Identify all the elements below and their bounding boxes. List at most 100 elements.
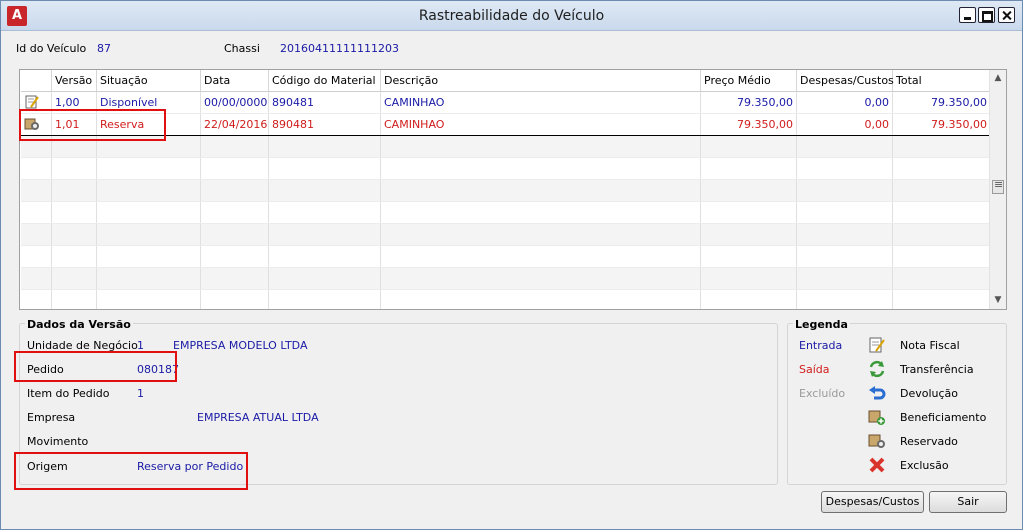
pedido-label: Pedido — [27, 363, 64, 376]
cell-preco: 79.350,00 — [700, 112, 797, 136]
table-row-empty — [20, 267, 991, 290]
processing-icon — [868, 410, 885, 425]
table-row-selected[interactable]: 1,01 Reserva 22/04/2016 890481 CAMINHAO … — [20, 112, 991, 136]
empty-cell — [892, 157, 991, 180]
empty-cell — [51, 135, 97, 158]
empty-cell — [892, 135, 991, 158]
empty-cell — [20, 157, 52, 180]
reserved-icon — [24, 118, 39, 130]
empty-cell — [380, 157, 701, 180]
col-descricao[interactable]: Descrição — [380, 70, 701, 92]
edit-note-icon — [25, 95, 39, 109]
empty-cell — [380, 289, 701, 309]
reserved-icon — [868, 434, 885, 448]
empty-cell — [700, 201, 797, 224]
cell-total: 79.350,00 — [892, 91, 991, 114]
cell-despesas: 0,00 — [796, 91, 893, 114]
vehicle-id-value: 87 — [97, 42, 111, 55]
close-button[interactable] — [998, 7, 1015, 23]
unidade-code: 1 — [137, 339, 144, 352]
despesas-custos-button[interactable]: Despesas/Custos — [821, 491, 924, 513]
empty-cell — [20, 223, 52, 246]
dados-versao-title: Dados da Versão — [25, 318, 133, 331]
item-pedido-label: Item do Pedido — [27, 387, 110, 400]
empty-cell — [700, 245, 797, 268]
table-row[interactable]: 1,00 Disponível 00/00/0000 890481 CAMINH… — [20, 91, 991, 114]
cell-data: 00/00/0000 — [200, 91, 269, 114]
origem-label: Origem — [27, 460, 68, 473]
item-pedido-value: 1 — [137, 387, 144, 400]
col-codigo-material[interactable]: Código do Material — [268, 70, 381, 92]
empty-cell — [796, 289, 893, 309]
empty-cell — [20, 135, 52, 158]
empty-cell — [796, 223, 893, 246]
col-despesas-custos[interactable]: Despesas/Custos — [796, 70, 894, 92]
empty-cell — [268, 201, 381, 224]
return-icon — [869, 386, 886, 400]
vehicle-traceability-window: A Rastreabilidade do Veículo Id do Veícu… — [0, 0, 1023, 530]
empty-cell — [268, 135, 381, 158]
unidade-name: EMPRESA MODELO LTDA — [173, 339, 308, 352]
empty-cell — [380, 223, 701, 246]
col-versao[interactable]: Versão — [51, 70, 97, 92]
cell-situacao: Reserva — [96, 112, 201, 136]
col-situacao[interactable]: Situação — [96, 70, 201, 92]
grid-header: Versão Situação Data Código do Material … — [20, 70, 991, 92]
empty-cell — [200, 135, 269, 158]
invoice-icon — [869, 337, 885, 353]
empty-cell — [96, 223, 201, 246]
table-row-empty — [20, 179, 991, 202]
delete-x-icon — [869, 457, 885, 473]
col-data[interactable]: Data — [200, 70, 269, 92]
legend-exclusao: Exclusão — [900, 459, 949, 472]
empty-cell — [96, 245, 201, 268]
table-row-empty — [20, 289, 991, 309]
cell-data: 22/04/2016 — [200, 112, 269, 136]
empty-cell — [268, 245, 381, 268]
empty-cell — [200, 201, 269, 224]
empty-cell — [892, 245, 991, 268]
grid-vertical-scrollbar[interactable]: ▲ ▼ — [989, 70, 1006, 309]
cell-despesas: 0,00 — [796, 112, 893, 136]
legend-saida: Saída — [799, 363, 830, 376]
empty-cell — [796, 157, 893, 180]
vehicle-id-label: Id do Veículo — [16, 42, 87, 55]
scroll-thumb[interactable] — [992, 178, 1004, 194]
legend-entrada: Entrada — [799, 339, 843, 352]
legend-reservado: Reservado — [900, 435, 958, 448]
empty-cell — [96, 267, 201, 290]
empty-cell — [200, 223, 269, 246]
col-total[interactable]: Total — [892, 70, 991, 92]
empresa-value: EMPRESA ATUAL LTDA — [197, 411, 319, 424]
cell-descricao: CAMINHAO — [380, 91, 701, 114]
scroll-down-icon[interactable]: ▼ — [990, 292, 1006, 309]
empty-cell — [892, 179, 991, 202]
empty-cell — [200, 267, 269, 290]
table-row-empty — [20, 201, 991, 224]
empty-cell — [51, 157, 97, 180]
scroll-up-icon[interactable]: ▲ — [990, 70, 1006, 87]
legend-transferencia: Transferência — [900, 363, 974, 376]
legend-excluido: Excluído — [799, 387, 846, 400]
cell-descricao: CAMINHAO — [380, 112, 701, 136]
row-icon-cell — [20, 112, 52, 136]
empty-cell — [96, 289, 201, 309]
sair-button[interactable]: Sair — [929, 491, 1007, 513]
empty-cell — [700, 223, 797, 246]
empty-cell — [268, 157, 381, 180]
empty-cell — [200, 245, 269, 268]
minimize-button[interactable] — [959, 7, 976, 23]
maximize-button[interactable] — [978, 7, 995, 23]
empty-cell — [892, 267, 991, 290]
empty-cell — [796, 201, 893, 224]
table-row-empty — [20, 157, 991, 180]
col-preco-medio[interactable]: Preço Médio — [700, 70, 797, 92]
legend-beneficiamento: Beneficiamento — [900, 411, 987, 424]
empty-cell — [796, 179, 893, 202]
empty-cell — [51, 201, 97, 224]
empty-cell — [268, 179, 381, 202]
versions-grid[interactable]: Versão Situação Data Código do Material … — [19, 69, 1007, 310]
empty-cell — [380, 267, 701, 290]
table-row-empty — [20, 223, 991, 246]
cell-total: 79.350,00 — [892, 112, 991, 136]
